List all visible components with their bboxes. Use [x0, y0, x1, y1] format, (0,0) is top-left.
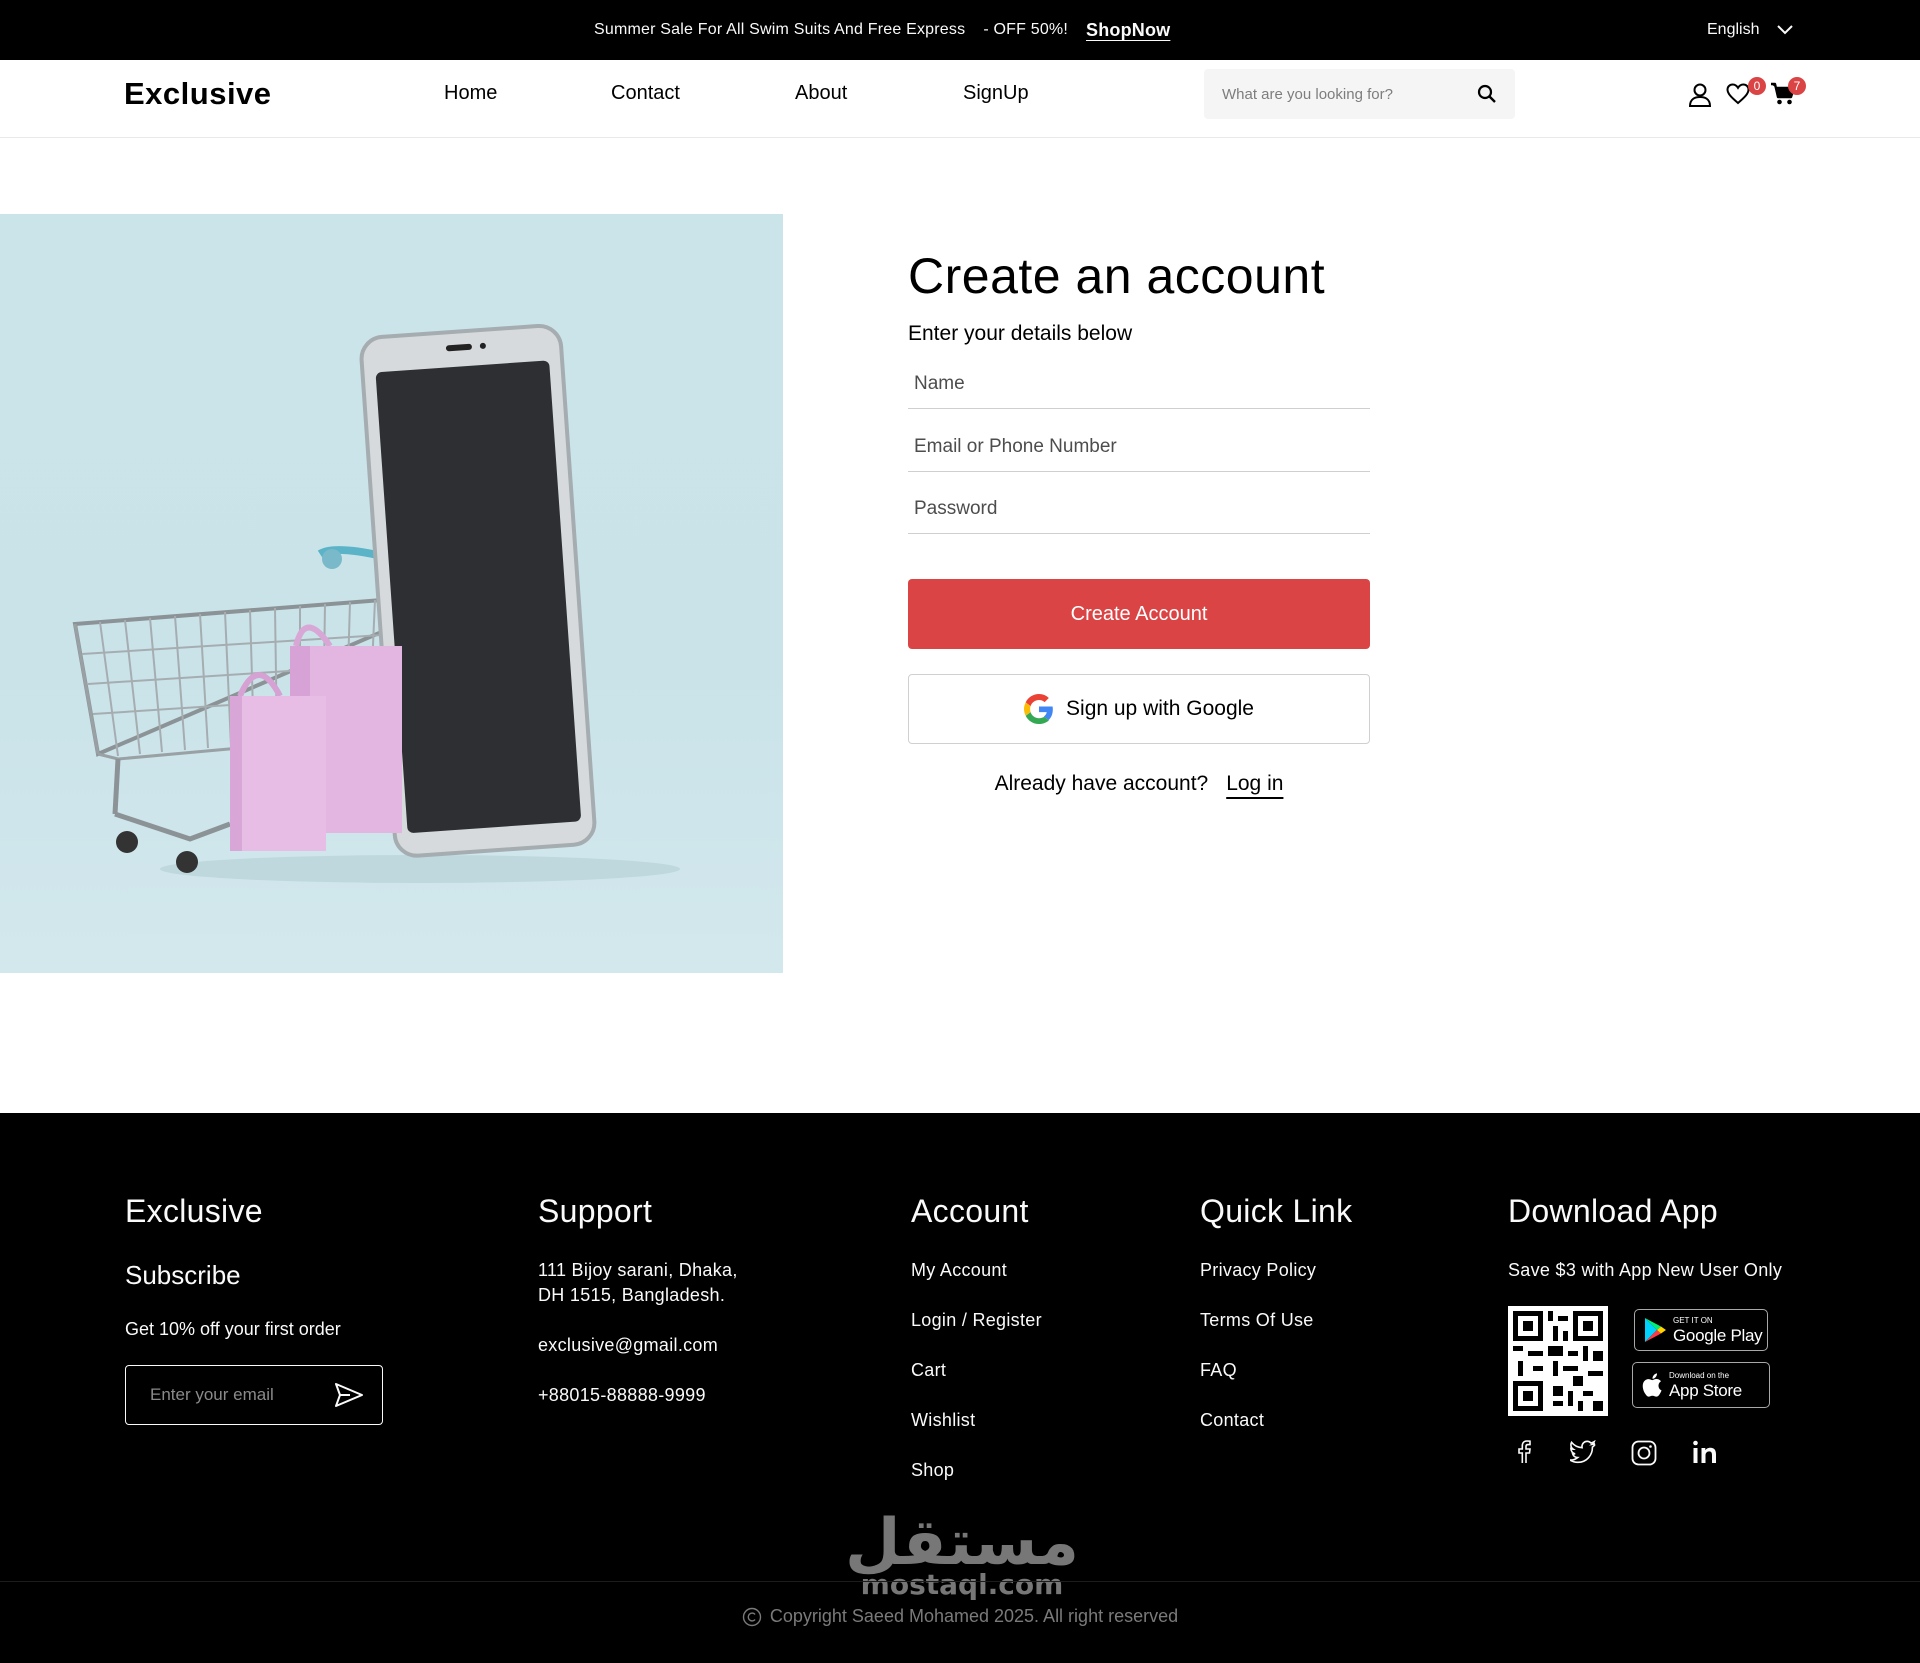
google-play-big-text: Google Play — [1673, 1325, 1763, 1345]
apple-icon — [1642, 1373, 1662, 1397]
promo-offer: - OFF 50%! — [983, 21, 1068, 38]
watermark-latin: mostaql.com — [860, 1568, 1064, 1601]
copyright-text: Copyright Saeed Mohamed 2025. All right … — [769, 1606, 1179, 1626]
footer-link-login-register[interactable]: Login / Register — [911, 1310, 1042, 1331]
footer-account-title: Account — [911, 1193, 1029, 1229]
nav-about[interactable]: About — [795, 82, 847, 105]
signup-hero-image — [0, 214, 783, 973]
footer-account-column: Account My Account Login / Register Cart… — [911, 1193, 1042, 1480]
facebook-icon[interactable] — [1514, 1440, 1534, 1464]
app-store-big-text: App Store — [1669, 1380, 1742, 1400]
subscribe-email-box — [125, 1365, 383, 1425]
shopping-cart-phone-illustration — [72, 323, 680, 883]
nav-home[interactable]: Home — [444, 82, 497, 105]
footer-link-faq[interactable]: FAQ — [1200, 1360, 1237, 1381]
footer-quick-link-column: Quick Link Privacy Policy Terms Of Use F… — [1200, 1193, 1353, 1430]
footer-link-contact[interactable]: Contact — [1200, 1410, 1264, 1431]
already-account-text: Already have account? — [994, 772, 1209, 795]
user-icon[interactable] — [1688, 82, 1712, 108]
form-subtitle: Enter your details below — [908, 322, 1133, 345]
footer-support-title: Support — [538, 1193, 653, 1229]
twitter-icon[interactable] — [1570, 1440, 1596, 1464]
wishlist-count-badge: 0 — [1748, 77, 1766, 95]
wishlist-heart-icon[interactable] — [1726, 83, 1750, 105]
footer-quick-link-title: Quick Link — [1200, 1193, 1353, 1229]
search-input[interactable] — [1222, 85, 1477, 103]
google-play-icon — [1645, 1318, 1666, 1342]
copyright-bar: Copyright Saeed Mohamed 2025. All right … — [0, 1606, 1920, 1627]
footer-support-column: Support 111 Bijoy sarani, Dhaka, DH 1515… — [538, 1193, 737, 1405]
email-phone-input[interactable] — [908, 422, 1370, 471]
footer-brand-column: Exclusive — [125, 1193, 263, 1230]
form-title: Create an account — [908, 248, 1326, 304]
footer: Exclusive Subscribe Get 10% off your fir… — [0, 1113, 1920, 1663]
qr-code — [1508, 1306, 1608, 1416]
footer-link-my-account[interactable]: My Account — [911, 1260, 1007, 1281]
password-field — [908, 484, 1370, 534]
login-link[interactable]: Log in — [1226, 772, 1283, 796]
promo-text: Summer Sale For All Swim Suits And Free … — [594, 21, 966, 38]
search-icon[interactable] — [1477, 84, 1497, 104]
send-icon[interactable] — [334, 1382, 364, 1408]
instagram-icon[interactable] — [1631, 1440, 1657, 1466]
footer-link-privacy-policy[interactable]: Privacy Policy — [1200, 1260, 1316, 1281]
google-button-label: Sign up with Google — [1066, 697, 1254, 720]
email-phone-field — [908, 422, 1370, 472]
name-input[interactable] — [908, 359, 1370, 408]
google-play-small-text: GET IT ON — [1673, 1315, 1713, 1325]
footer-link-terms-of-use[interactable]: Terms Of Use — [1200, 1310, 1314, 1331]
google-icon — [1024, 694, 1053, 724]
support-email[interactable]: exclusive@gmail.com — [538, 1335, 718, 1356]
google-play-button[interactable]: GET IT ON Google Play — [1634, 1309, 1768, 1351]
chevron-down-icon — [1777, 25, 1794, 35]
promo-banner: Summer Sale For All Swim Suits And Free … — [594, 0, 1170, 60]
subscribe-title: Subscribe — [125, 1260, 241, 1290]
support-address-line2: DH 1515, Bangladesh. — [538, 1285, 726, 1305]
footer-brand-title: Exclusive — [125, 1193, 263, 1229]
copyright-icon — [742, 1607, 762, 1626]
google-signup-button[interactable]: Sign up with Google — [908, 674, 1370, 744]
subscribe-email-input[interactable] — [150, 1385, 334, 1405]
top-announcement-bar: Summer Sale For All Swim Suits And Free … — [0, 0, 1920, 60]
footer-download-title: Download App — [1508, 1193, 1718, 1229]
main-header: Exclusive Home Contact About SignUp 0 7 — [0, 60, 1920, 138]
logo[interactable]: Exclusive — [124, 76, 272, 112]
nav-signup[interactable]: SignUp — [963, 82, 1029, 105]
footer-link-cart[interactable]: Cart — [911, 1360, 946, 1381]
app-store-button[interactable]: Download on the App Store — [1632, 1362, 1770, 1408]
app-store-small-text: Download on the — [1669, 1370, 1730, 1380]
language-label: English — [1707, 21, 1760, 38]
login-prompt: Already have account? Log in — [908, 772, 1370, 796]
name-field — [908, 359, 1370, 409]
download-app-text: Save $3 with App New User Only — [1508, 1260, 1783, 1280]
create-account-button[interactable]: Create Account — [908, 579, 1370, 649]
linkedin-icon[interactable] — [1692, 1440, 1718, 1464]
footer-link-shop[interactable]: Shop — [911, 1460, 954, 1481]
subscribe-text: Get 10% off your first order — [125, 1319, 341, 1339]
support-address-line1: 111 Bijoy sarani, Dhaka, — [538, 1260, 738, 1280]
language-selector[interactable]: English — [1707, 0, 1794, 60]
footer-link-wishlist[interactable]: Wishlist — [911, 1410, 975, 1431]
mostaql-watermark: مستقل mostaql.com — [842, 1511, 1082, 1599]
shop-now-link[interactable]: ShopNow — [1086, 20, 1170, 41]
nav-contact[interactable]: Contact — [611, 82, 680, 105]
cart-count-badge: 7 — [1788, 77, 1806, 95]
signup-form: Create an account Enter your details bel… — [908, 246, 1370, 795]
footer-divider — [0, 1581, 1920, 1582]
support-phone[interactable]: +88015-88888-9999 — [538, 1385, 706, 1406]
search-bar — [1204, 69, 1515, 119]
footer-download-column: Download App Save $3 with App New User O… — [1508, 1193, 1782, 1280]
password-input[interactable] — [908, 484, 1370, 533]
watermark-arabic: مستقل — [844, 1506, 1080, 1580]
